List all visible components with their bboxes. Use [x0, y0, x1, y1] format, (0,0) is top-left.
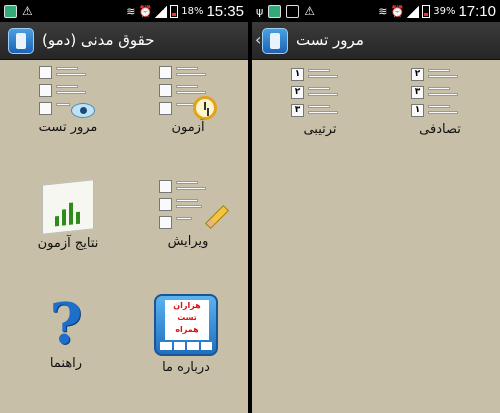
alarm-icon: ⏰ [390, 5, 405, 18]
tile-sequential[interactable]: ۱ ۲ ۳ ترتیبی [270, 68, 370, 137]
about-badge-icon: هزاران تست همراه [154, 294, 218, 356]
signal-icon [407, 5, 420, 18]
tile-label: ترتیبی [303, 122, 337, 137]
action-bar: ‹ مرور تست [252, 22, 500, 60]
app-icon[interactable] [262, 28, 288, 54]
warning-icon: ⚠ [22, 4, 33, 18]
tile-label: ویرایش [167, 234, 209, 249]
number-box: ۱ [411, 104, 424, 117]
tile-results[interactable]: نتایج آزمون [18, 179, 118, 251]
signal-icon [155, 5, 168, 18]
tile-label: درباره ما [162, 360, 210, 375]
tile-label: آزمون [171, 120, 205, 135]
battery-icon [422, 5, 431, 18]
usb-icon: ψ [256, 4, 264, 18]
main-menu-screen: ⚠ ≋ ⏰ 18% 15:35 حقوق مدنی (دمو) آزمون مر… [0, 0, 248, 413]
status-bar: ⚠ ≋ ⏰ 18% 15:35 [0, 0, 248, 22]
badge-text: همراه [175, 325, 199, 334]
action-bar: حقوق مدنی (دمو) [0, 22, 248, 60]
gallery-icon [4, 4, 17, 18]
battery-icon [170, 5, 179, 18]
warning-icon: ⚠ [304, 4, 316, 18]
number-box: ۲ [411, 68, 424, 81]
battery-percent: 18% [181, 6, 204, 17]
battery-percent: 39% [433, 6, 456, 17]
badge-text: هزاران [173, 301, 201, 310]
page-title: حقوق مدنی (دمو) [42, 31, 155, 49]
tile-review[interactable]: مرور تست [18, 66, 118, 135]
tile-label: مرور تست [38, 120, 98, 135]
tile-label: تصادفی [419, 122, 461, 137]
chart-icon [42, 179, 94, 235]
number-box: ۳ [411, 86, 424, 99]
badge-text: تست [177, 313, 197, 322]
random-order-icon: ۲ ۳ ۱ [411, 68, 469, 118]
tile-label: راهنما [49, 356, 83, 371]
list-eye-icon [39, 66, 97, 118]
list-clock-icon [159, 66, 217, 120]
tile-random[interactable]: ۲ ۳ ۱ تصادفی [390, 68, 490, 137]
back-chevron-icon[interactable]: ‹ [255, 30, 261, 49]
tile-label: نتایج آزمون [37, 236, 99, 251]
number-box: ۲ [291, 86, 304, 99]
page-title: مرور تست [296, 31, 364, 49]
alarm-icon: ⏰ [138, 5, 153, 18]
list-pencil-icon [159, 180, 230, 230]
review-screen: ψ ⚠ ≋ ⏰ 39% 17:10 ‹ مرور تست ۲ ۳ ۱ تصادف… [252, 0, 500, 413]
sequential-order-icon: ۱ ۲ ۳ [291, 68, 349, 118]
app-icon[interactable] [8, 28, 34, 54]
clock-time: 17:10 [458, 3, 496, 20]
number-box: ۳ [291, 104, 304, 117]
tile-about[interactable]: هزاران تست همراه درباره ما [136, 294, 236, 375]
image-icon [286, 4, 300, 18]
status-bar: ψ ⚠ ≋ ⏰ 39% 17:10 [252, 0, 500, 22]
tile-edit[interactable]: ویرایش [138, 180, 238, 249]
gallery-icon [268, 4, 282, 18]
question-icon: ? [49, 291, 83, 357]
wifi-icon: ≋ [126, 5, 136, 18]
clock-time: 15:35 [206, 3, 244, 20]
number-box: ۱ [291, 68, 304, 81]
tile-help[interactable]: ? راهنما [16, 296, 116, 371]
wifi-icon: ≋ [378, 5, 388, 18]
tile-exam[interactable]: آزمون [138, 66, 238, 135]
